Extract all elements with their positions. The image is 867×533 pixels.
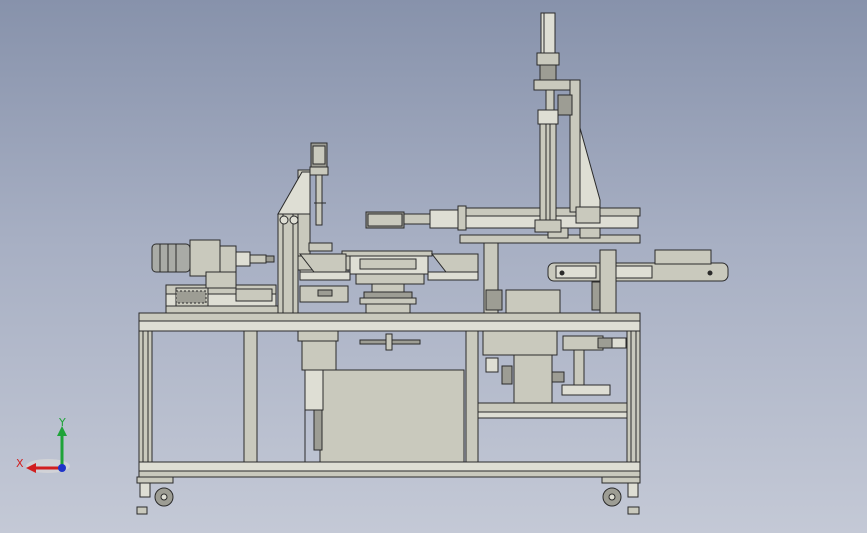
tall-cylinder-column [533, 12, 601, 233]
x-axis-label: X [16, 457, 24, 470]
rotary-index-table [298, 250, 479, 314]
cad-viewport[interactable]: Y X [0, 0, 867, 533]
vertical-probe-post [277, 142, 357, 314]
machine-assembly [136, 12, 729, 515]
caster-wheels [136, 476, 641, 515]
spindle-motor-slide [151, 239, 281, 314]
y-axis-label: Y [58, 416, 66, 429]
output-conveyor [547, 249, 729, 314]
z-axis-dot [58, 464, 66, 472]
coordinate-triad: Y X [16, 416, 70, 473]
electrical-cabinet [297, 330, 627, 463]
model-canvas: Y X [16, 12, 729, 515]
